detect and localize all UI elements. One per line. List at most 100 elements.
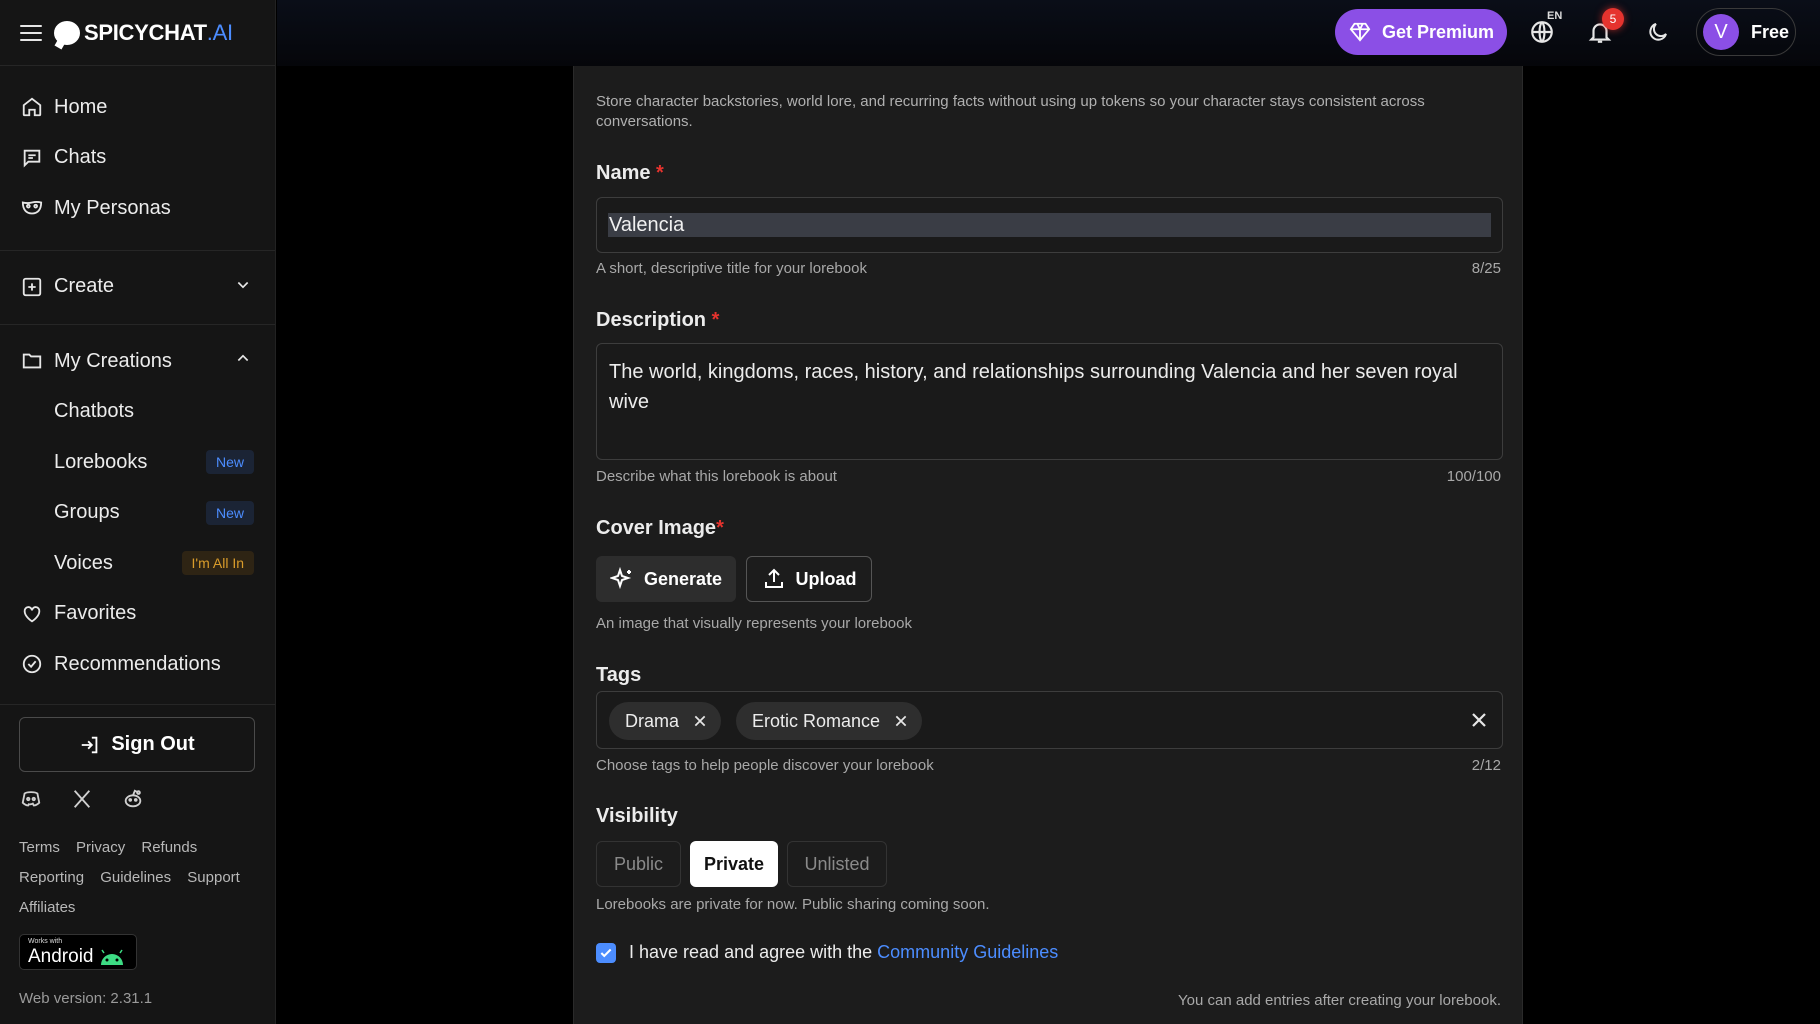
sidebar-item-chatbots[interactable]: Chatbots <box>0 387 275 438</box>
name-label: Name * <box>596 162 664 185</box>
tag-label: Erotic Romance <box>752 710 881 731</box>
sign-out-icon <box>82 736 98 753</box>
description-hint: Describe what this lorebook is about <box>596 468 837 485</box>
sidebar-item-label: Create <box>54 275 115 298</box>
social-links <box>19 788 145 815</box>
logo-bubble-icon <box>54 20 80 45</box>
sidebar-item-recommendations[interactable]: Recommendations <box>0 639 275 690</box>
web-version: Web version: 2.31.1 <box>19 990 153 1007</box>
sidebar-item-label: My Personas <box>54 196 171 219</box>
clear-tags-icon[interactable] <box>1470 711 1488 729</box>
folder-icon <box>20 349 44 373</box>
required-marker: * <box>711 309 720 331</box>
notification-badge: 5 <box>1602 8 1624 30</box>
footer-link-refunds[interactable]: Refunds <box>141 839 197 856</box>
cover-image-hint: An image that visually represents your l… <box>596 615 912 632</box>
sidebar-item-chats[interactable]: Chats <box>0 133 275 184</box>
sidebar-item-label: Home <box>54 95 108 118</box>
upload-label: Upload <box>795 568 857 589</box>
sidebar-item-label: Chatbots <box>54 400 135 423</box>
visibility-label: Visibility <box>596 805 678 827</box>
description-textarea[interactable]: The world, kingdoms, races, history, and… <box>596 343 1503 460</box>
checkmark-icon <box>600 948 612 957</box>
logo[interactable]: SPICYCHAT.AI <box>84 20 233 46</box>
new-badge: New <box>205 450 254 475</box>
visibility-unlisted-option[interactable]: Unlisted <box>787 841 887 887</box>
sidebar-item-label: Groups <box>54 501 120 524</box>
sidebar-item-label: Lorebooks <box>54 450 148 473</box>
tag-chip: Erotic Romance <box>736 702 923 740</box>
name-label-text: Name <box>596 162 651 184</box>
description-value: The world, kingdoms, races, history, and… <box>609 361 1458 413</box>
visibility-public-option[interactable]: Public <box>596 841 681 887</box>
tags-input[interactable]: Drama Erotic Romance <box>596 691 1503 749</box>
sidebar-item-label: Favorites <box>54 602 137 625</box>
moon-icon[interactable] <box>1642 16 1674 48</box>
visibility-private-option[interactable]: Private <box>690 841 778 887</box>
android-badge[interactable]: Works with Android <box>19 934 137 970</box>
home-icon <box>20 95 44 119</box>
agree-checkbox[interactable] <box>596 942 616 963</box>
community-guidelines-link[interactable]: Community Guidelines <box>877 942 1058 963</box>
guidelines-agreement: I have read and agree with the Community… <box>596 942 1058 963</box>
sign-out-label: Sign Out <box>111 733 195 755</box>
get-premium-button[interactable]: Get Premium <box>1335 9 1507 55</box>
brand-header: SPICYCHAT.AI <box>0 0 275 66</box>
sidebar-item-label: Voices <box>54 551 113 574</box>
footer-link-affiliates[interactable]: Affiliates <box>19 899 75 916</box>
sidebar-item-home[interactable]: Home <box>0 82 275 133</box>
footer-link-guidelines[interactable]: Guidelines <box>100 869 171 886</box>
sidebar-item-create[interactable]: Create <box>0 262 275 313</box>
avatar: V <box>1703 14 1739 50</box>
sidebar-item-my-personas[interactable]: My Personas <box>0 183 275 234</box>
hamburger-menu-icon[interactable] <box>20 24 42 41</box>
heart-icon <box>20 602 44 626</box>
generate-button[interactable]: Generate <box>596 556 736 602</box>
tag-label: Drama <box>625 710 680 731</box>
footer-link-privacy[interactable]: Privacy <box>76 839 125 856</box>
upload-icon <box>764 568 783 588</box>
sidebar-item-lorebooks[interactable]: Lorebooks New <box>0 437 275 488</box>
reddit-icon[interactable] <box>121 788 145 815</box>
discord-icon[interactable] <box>19 788 43 815</box>
sidebar-item-label: Recommendations <box>54 652 221 675</box>
plan-label: Free <box>1751 21 1790 42</box>
upload-button[interactable]: Upload <box>746 556 872 602</box>
entries-note: You can add entries after creating your … <box>1178 992 1501 1009</box>
sparkles-icon <box>609 567 632 590</box>
chevron-down-icon <box>235 275 251 298</box>
android-robot-icon <box>100 949 123 965</box>
get-premium-label: Get Premium <box>1381 21 1495 42</box>
remove-tag-icon[interactable] <box>693 714 707 728</box>
visibility-hint: Lorebooks are private for now. Public sh… <box>596 896 990 913</box>
sidebar-item-label: My Creations <box>54 349 172 372</box>
chevron-up-icon <box>235 350 251 373</box>
generate-label: Generate <box>643 568 723 589</box>
user-menu[interactable]: V Free <box>1696 8 1796 56</box>
name-hint: A short, descriptive title for your lore… <box>596 260 867 277</box>
language-code: EN <box>1547 10 1563 22</box>
mask-icon <box>20 196 44 220</box>
remove-tag-icon[interactable] <box>894 714 908 728</box>
description-char-count: 100/100 <box>1446 468 1501 485</box>
sidebar-item-my-creations[interactable]: My Creations <box>0 336 275 387</box>
lorebook-form: Store character backstories, world lore,… <box>573 66 1523 1024</box>
x-twitter-icon[interactable] <box>71 788 93 815</box>
cover-image-label: Cover Image* <box>596 517 724 540</box>
footer-link-reporting[interactable]: Reporting <box>19 869 84 886</box>
footer-link-support[interactable]: Support <box>187 869 240 886</box>
sidebar-item-favorites[interactable]: Favorites <box>0 589 275 640</box>
footer-links: Terms Privacy Refunds Reporting Guidelin… <box>19 833 259 923</box>
name-input[interactable]: Valencia <box>596 197 1503 253</box>
plus-square-icon <box>20 275 44 299</box>
footer-link-terms[interactable]: Terms <box>19 839 60 856</box>
description-label-text: Description <box>596 309 707 331</box>
android-badge-small-text: Works with <box>28 938 63 945</box>
sign-out-button[interactable]: Sign Out <box>19 717 255 772</box>
tag-chip: Drama <box>609 702 722 740</box>
sidebar-item-voices[interactable]: Voices I'm All In <box>0 538 275 589</box>
android-badge-text: Android <box>28 946 94 967</box>
sidebar-item-groups[interactable]: Groups New <box>0 488 275 539</box>
logo-suffix: .AI <box>206 19 233 45</box>
logo-name: SPICYCHAT <box>84 19 207 45</box>
